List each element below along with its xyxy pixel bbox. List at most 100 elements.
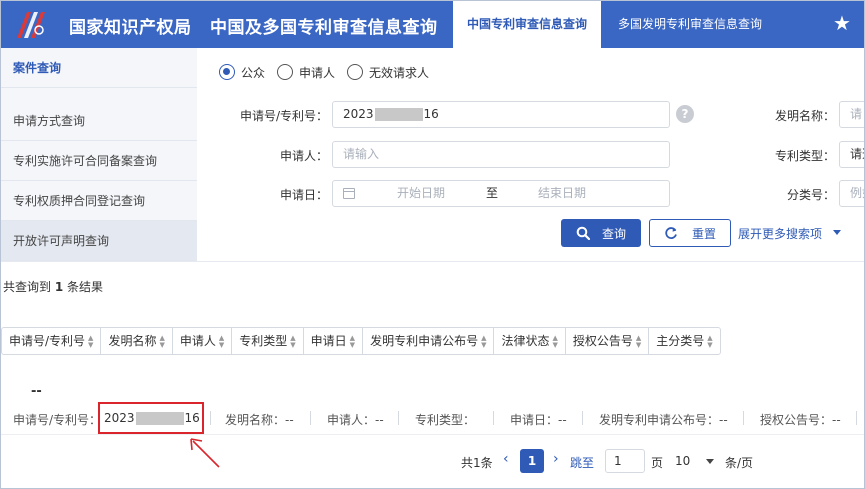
sort-invention-name[interactable]: 发明名称 ▲ ▼ bbox=[101, 328, 173, 354]
sort-label: 主分类号 bbox=[656, 334, 705, 348]
start-date-placeholder: 开始日期 bbox=[397, 186, 446, 200]
tab-multinational-patent[interactable]: 多国发明专利审查信息查询 bbox=[604, 1, 776, 48]
result-title[interactable]: -- bbox=[31, 384, 42, 399]
search-icon bbox=[576, 226, 590, 240]
sort-main-class[interactable]: 主分类号 ▲ ▼ bbox=[649, 328, 719, 354]
red-arrow-annotation-icon bbox=[190, 438, 220, 468]
radio-invalidation-requester[interactable] bbox=[347, 64, 364, 80]
sort-arrows-icon: ▲ ▼ bbox=[635, 333, 642, 349]
sort-grant-no[interactable]: 授权公告号 ▲ ▼ bbox=[566, 328, 650, 354]
chevron-down-icon[interactable] bbox=[833, 230, 841, 235]
pagination-total: 共1条 bbox=[461, 456, 493, 470]
app-frame: 国家知识产权局 中国及多国专利审查信息查询 中国专利审查信息查询 多国发明专利审… bbox=[0, 0, 865, 489]
reset-button-label: 重置 bbox=[691, 226, 716, 241]
expand-more-search-link[interactable]: 展开更多搜索项 bbox=[738, 225, 822, 242]
help-icon[interactable]: ? bbox=[676, 105, 694, 123]
sidebar: 案件查询 申请方式查询 专利实施许可合同备案查询 专利权质押合同登记查询 开放许… bbox=[1, 48, 197, 261]
radio-public[interactable] bbox=[219, 64, 235, 80]
sort-label: 申请日 bbox=[310, 334, 347, 348]
sort-applicant[interactable]: 申请人 ▲ ▼ bbox=[173, 328, 233, 354]
section-divider bbox=[1, 261, 864, 262]
sort-arrows-icon: ▲ ▼ bbox=[707, 333, 713, 349]
result-summary-prefix: 共查询到 bbox=[3, 280, 52, 294]
date-separator: 至 bbox=[486, 186, 499, 200]
highlight-annotation-box bbox=[98, 402, 204, 434]
applicant-label: 申请人： bbox=[279, 149, 328, 163]
reset-button[interactable]: 重置 bbox=[649, 219, 731, 247]
radio-public-label: 公众 bbox=[241, 65, 266, 80]
sidebar-item-case-query[interactable]: 案件查询 bbox=[1, 48, 197, 88]
sort-label: 法律状态 bbox=[501, 334, 550, 348]
sort-arrows-icon: ▲ ▼ bbox=[481, 333, 487, 349]
result-count: 1 bbox=[54, 280, 64, 294]
sort-arrows-icon: ▲ ▼ bbox=[88, 333, 94, 349]
sort-bar: 申请号/专利号 ▲ ▼ 发明名称 ▲ ▼ 申请人 ▲ ▼ 专利类型 ▲ ▼ 申请日 ▲ ▼ 发明专利… bbox=[1, 327, 721, 355]
brand-name: 国家知识产权局 bbox=[69, 18, 192, 38]
app-no-prefix: 2023 bbox=[343, 107, 374, 121]
query-button-label: 查询 bbox=[601, 226, 626, 241]
sort-app-no[interactable]: 申请号/专利号 ▲ ▼ bbox=[2, 328, 102, 354]
star-icon[interactable]: ★ bbox=[833, 11, 851, 35]
result-invention-name: 发明名称：-- bbox=[225, 413, 294, 427]
page-size-chevron-down-icon[interactable] bbox=[706, 459, 714, 464]
next-page-icon[interactable]: › bbox=[553, 451, 559, 467]
classification-label: 分类号： bbox=[786, 188, 835, 202]
sort-arrows-icon: ▲ ▼ bbox=[552, 333, 558, 349]
classification-input[interactable]: 例如 bbox=[839, 180, 864, 207]
field-separator bbox=[582, 411, 583, 425]
sort-arrows-icon: ▲ ▼ bbox=[159, 333, 165, 349]
sort-label: 授权公告号 bbox=[572, 334, 633, 348]
field-separator bbox=[743, 411, 744, 425]
app-no-label: 申请号/专利号： bbox=[239, 109, 328, 123]
role-radio-group: 公众 申请人 无效请求人 bbox=[219, 63, 441, 81]
jump-page-input[interactable]: 1 bbox=[605, 449, 645, 473]
tab-china-patent[interactable]: 中国专利审查信息查询 bbox=[453, 1, 601, 48]
sort-label: 发明名称 bbox=[108, 334, 157, 348]
radio-invalidation-label: 无效请求人 bbox=[369, 65, 430, 80]
radio-applicant[interactable] bbox=[277, 64, 294, 80]
query-button[interactable]: 查询 bbox=[561, 219, 641, 247]
date-range-input[interactable]: 开始日期 至 结束日期 bbox=[332, 180, 670, 207]
result-row-divider bbox=[1, 434, 864, 435]
app-no-input[interactable]: 2023 16 bbox=[332, 101, 670, 128]
page-size-select[interactable]: 10 bbox=[675, 454, 690, 468]
field-separator bbox=[856, 411, 857, 425]
page-number-current[interactable]: 1 bbox=[520, 449, 544, 473]
field-separator bbox=[398, 411, 399, 425]
sort-arrows-icon: ▲ ▼ bbox=[290, 333, 296, 349]
patent-type-select[interactable]: 请选 bbox=[839, 141, 864, 168]
sidebar-item-open-license[interactable]: 开放许可声明查询 bbox=[1, 221, 197, 261]
sidebar-item-application-method[interactable]: 申请方式查询 bbox=[1, 101, 197, 141]
result-app-date: 申请日：-- bbox=[510, 413, 567, 427]
redaction-mask bbox=[374, 108, 423, 121]
result-summary-suffix: 条结果 bbox=[67, 280, 104, 294]
result-patent-type: 专利类型： bbox=[415, 413, 476, 427]
sort-label: 申请号/专利号 bbox=[9, 334, 86, 348]
app-no-suffix: 16 bbox=[423, 107, 439, 121]
sort-label: 专利类型 bbox=[239, 334, 288, 348]
prev-page-icon[interactable]: ‹ bbox=[503, 451, 509, 467]
result-grant-no: 授权公告号：-- bbox=[760, 413, 841, 427]
invention-name-input[interactable]: 请 bbox=[839, 101, 864, 128]
sort-legal-status[interactable]: 法律状态 ▲ ▼ bbox=[494, 328, 566, 354]
jump-to-label: 跳至 bbox=[570, 456, 595, 470]
sort-app-date[interactable]: 申请日 ▲ ▼ bbox=[304, 328, 364, 354]
invention-name-label: 发明名称： bbox=[774, 109, 835, 123]
sort-patent-type[interactable]: 专利类型 ▲ ▼ bbox=[232, 328, 304, 354]
page-unit-label: 页 bbox=[651, 456, 664, 470]
sidebar-item-license-contract[interactable]: 专利实施许可合同备案查询 bbox=[1, 141, 197, 181]
refresh-icon bbox=[665, 227, 677, 239]
sidebar-item-pledge-contract[interactable]: 专利权质押合同登记查询 bbox=[1, 181, 197, 221]
radio-applicant-label: 申请人 bbox=[299, 65, 336, 80]
end-date-placeholder: 结束日期 bbox=[538, 186, 587, 200]
page-size-unit: 条/页 bbox=[725, 456, 754, 470]
result-app-no-label: 申请号/专利号： bbox=[13, 413, 102, 427]
sort-publication-no[interactable]: 发明专利申请公布号 ▲ ▼ bbox=[363, 328, 495, 354]
patent-type-label: 专利类型： bbox=[774, 149, 835, 163]
applicant-input[interactable]: 请输入 bbox=[332, 141, 670, 168]
cnipa-logo-icon bbox=[17, 12, 45, 38]
sort-label: 申请人 bbox=[179, 334, 216, 348]
sort-arrows-icon: ▲ ▼ bbox=[218, 333, 225, 349]
field-separator bbox=[310, 411, 311, 425]
result-summary: 共查询到 1 条结果 bbox=[3, 278, 103, 295]
